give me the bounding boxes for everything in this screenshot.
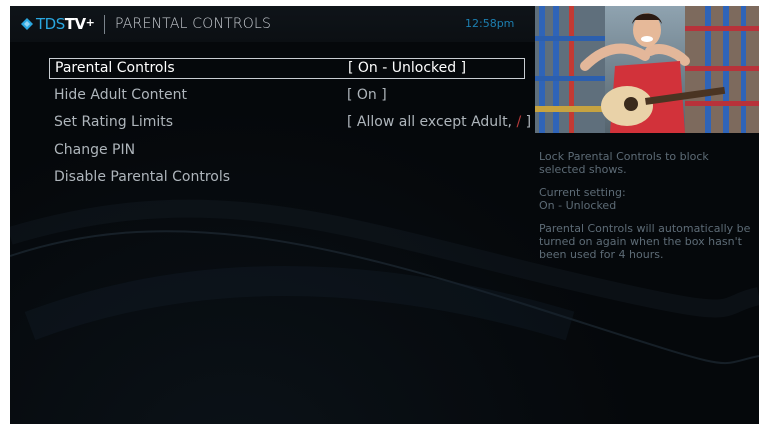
info-panel: Lock Parental Controls to block selected… [539,150,751,271]
page-title: PARENTAL CONTROLS [115,16,272,32]
header-divider [104,15,105,34]
menu-item-change-pin[interactable]: Change PIN [49,141,525,161]
menu-item-label: Hide Adult Content [54,87,187,103]
info-description: Lock Parental Controls to block selected… [539,150,709,176]
info-current-value: On - Unlocked [539,199,617,212]
menu-item-label: Parental Controls [55,60,175,76]
info-note: Parental Controls will automatically be … [539,222,751,261]
tv-screen: TDS TV + PARENTAL CONTROLS 12:58pm Paren… [10,6,759,424]
rating-value-text: [ Allow all except Adult, [347,114,517,130]
tds-logo-icon [21,18,33,30]
menu-item-parental-controls[interactable]: Parental Controls [ On - Unlocked ] [49,58,525,79]
brand-plus: + [85,16,95,29]
header-bar: TDS TV + PARENTAL CONTROLS 12:58pm [10,6,535,42]
menu-item-value: [ On - Unlocked ] [348,60,467,76]
clock: 12:58pm [465,17,515,30]
menu-item-disable-parental-controls[interactable]: Disable Parental Controls [49,168,525,188]
menu-item-hide-adult-content[interactable]: Hide Adult Content [ On ] [49,86,525,106]
rating-value-end: ] [521,114,532,130]
menu-item-value: [ On ] [347,87,387,103]
menu-item-label: Change PIN [54,142,136,158]
menu-item-label: Set Rating Limits [54,114,174,130]
menu-item-value: [ Allow all except Adult, / ] [347,114,531,130]
info-current-label: Current setting: [539,186,626,199]
brand-tds: TDS [36,15,65,33]
brand-tv: TV [64,15,86,33]
info-current-setting: Current setting: On - Unlocked [539,186,751,212]
menu-item-label: Disable Parental Controls [54,169,231,185]
menu-item-set-rating-limits[interactable]: Set Rating Limits [ Allow all except Adu… [49,113,531,133]
live-video-preview [535,6,759,133]
tds-logo: TDS TV + [20,15,95,33]
